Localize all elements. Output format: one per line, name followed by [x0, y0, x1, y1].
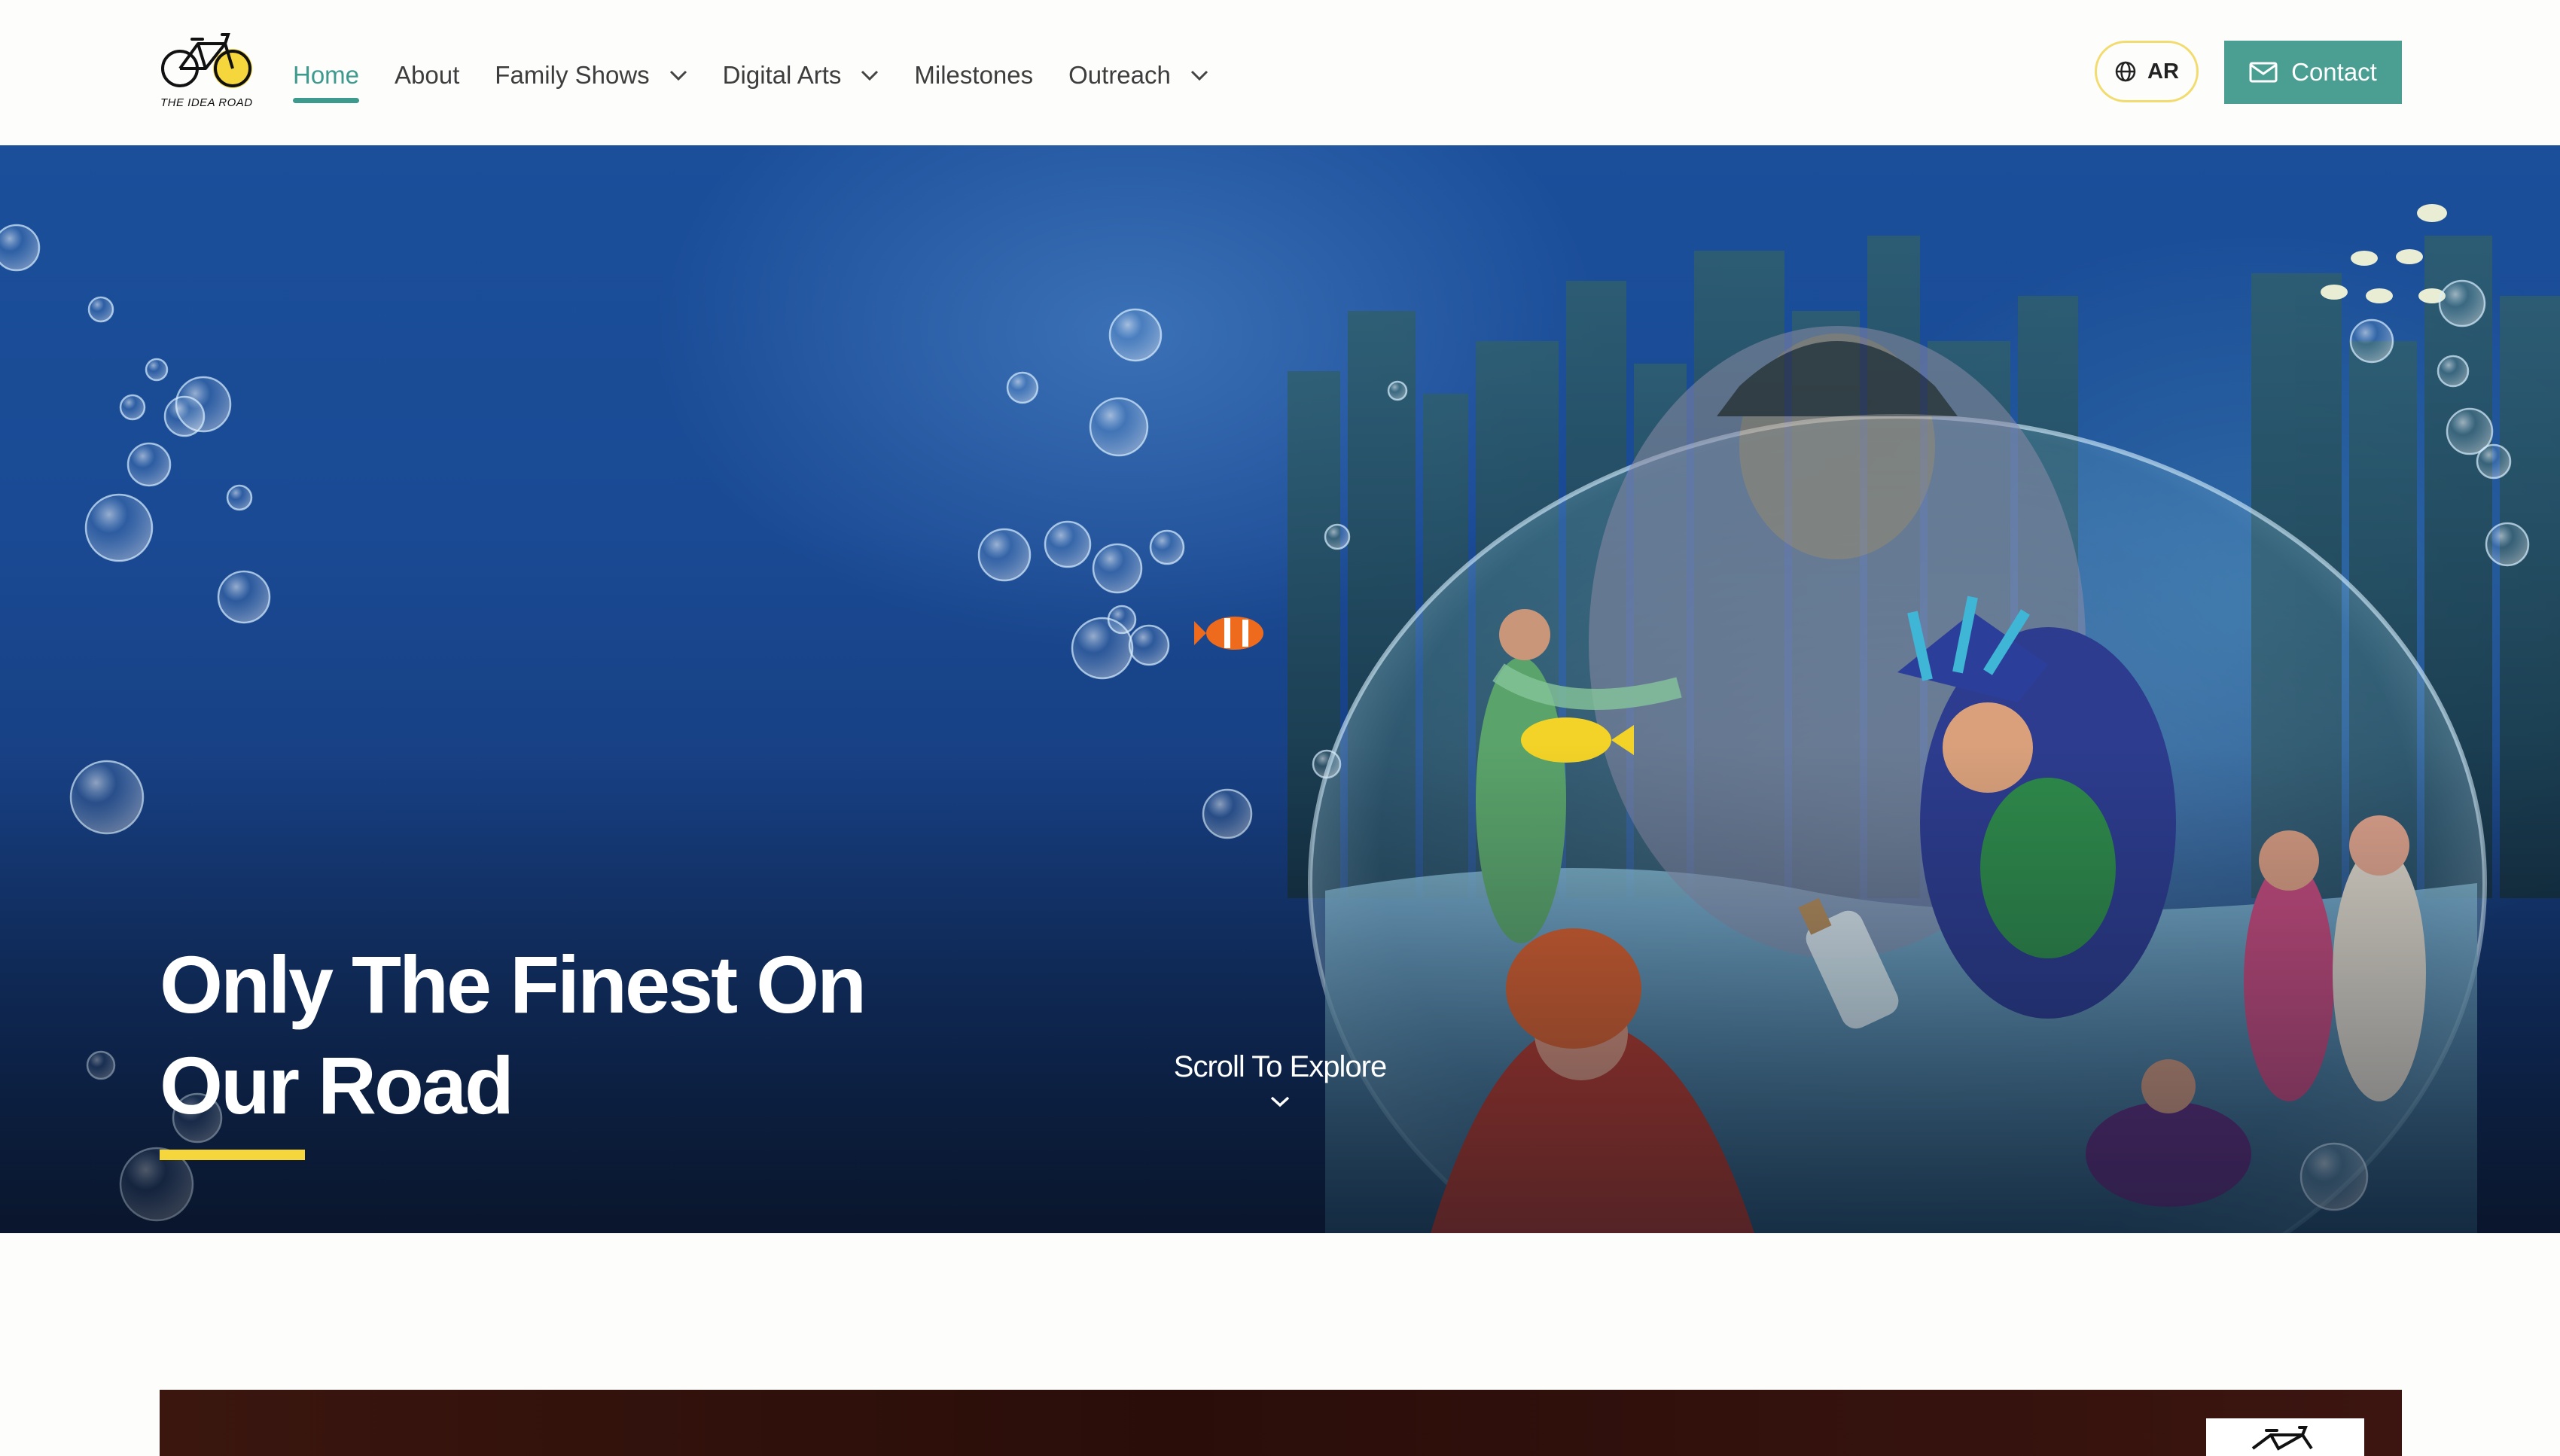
bicycle-logo-icon [161, 33, 252, 88]
nav-digital-arts-label: Digital Arts [722, 61, 842, 89]
nav-home[interactable]: Home [293, 53, 360, 103]
language-label: AR [2147, 59, 2179, 84]
globe-icon [2115, 61, 2136, 82]
nav-digital-arts[interactable]: Digital Arts [723, 53, 879, 98]
hero-title-underline [160, 1150, 305, 1160]
site-header: THE IDEA ROAD Home About Family Shows Di… [0, 0, 2560, 145]
chevron-down-icon [1270, 1096, 1290, 1107]
chevron-down-icon [861, 70, 879, 81]
nav-about-label: About [395, 61, 460, 89]
nav-milestones[interactable]: Milestones [914, 53, 1033, 98]
nav-about[interactable]: About [395, 53, 459, 98]
mail-icon [2249, 62, 2278, 83]
contact-button[interactable]: Contact [2224, 41, 2402, 104]
chevron-down-icon [1190, 70, 1208, 81]
nav-outreach-label: Outreach [1068, 61, 1171, 89]
nav-family-shows[interactable]: Family Shows [495, 53, 687, 98]
main-nav: Home About Family Shows Digital Arts Mil… [293, 53, 1244, 103]
nav-family-shows-label: Family Shows [495, 61, 650, 89]
contact-label: Contact [2291, 58, 2377, 86]
scroll-to-explore-button[interactable]: Scroll To Explore [1167, 1050, 1393, 1133]
chevron-down-icon [669, 70, 687, 81]
logo[interactable]: THE IDEA ROAD [159, 27, 258, 113]
next-section-banner [160, 1390, 2402, 1456]
hero-banner: Only The Finest On Our Road Scroll To Ex… [0, 145, 2560, 1233]
logo-text: THE IDEA ROAD [160, 96, 253, 109]
language-switch-button[interactable]: AR [2095, 41, 2199, 102]
nav-home-label: Home [293, 61, 360, 89]
nav-outreach[interactable]: Outreach [1068, 53, 1208, 98]
scroll-label: Scroll To Explore [1173, 1050, 1387, 1083]
nav-milestones-label: Milestones [914, 61, 1034, 89]
hero-title: Only The Finest On Our Road [160, 939, 867, 1131]
bicycle-logo-icon [2251, 1426, 2313, 1451]
section-logo-badge [2206, 1418, 2364, 1456]
